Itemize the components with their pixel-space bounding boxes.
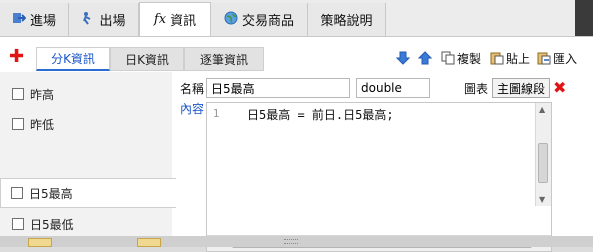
checkbox[interactable] xyxy=(12,118,24,130)
tab-trading-products[interactable]: 交易商品 xyxy=(211,3,308,36)
list-item-label: 日5最低 xyxy=(30,217,74,232)
window-edge xyxy=(575,0,593,36)
name-label: 名稱 xyxy=(180,82,205,96)
name-field-value: 日5最高 xyxy=(211,81,255,96)
tab-entry-label: 進場 xyxy=(29,14,56,29)
list-item-selected[interactable]: 日5最高 xyxy=(0,178,176,208)
checkbox[interactable] xyxy=(11,187,23,199)
list-item[interactable]: 日5最低 xyxy=(0,209,172,239)
delete-icon[interactable]: ✖ xyxy=(553,78,566,98)
content-label: 內容 xyxy=(180,102,205,116)
line-number: 1 xyxy=(212,107,220,120)
entry-icon xyxy=(12,11,26,29)
chart-select[interactable]: 主圖線段 xyxy=(492,78,550,98)
chart-select-value: 主圖線段 xyxy=(496,81,545,96)
scroll-down-icon[interactable]: ▼ xyxy=(539,195,545,204)
scroll-up-icon[interactable]: ▲ xyxy=(539,105,545,114)
tab-info-label: 資訊 xyxy=(170,14,197,29)
checkbox[interactable] xyxy=(12,88,24,100)
subtab-daily-k[interactable]: 日K資訊 xyxy=(110,47,184,71)
type-field-value: double xyxy=(361,81,402,95)
code-line[interactable]: 日5最高 = 前日.日5最高; xyxy=(247,106,394,123)
list-item-label: 昨高 xyxy=(30,87,55,102)
vertical-scroll-thumb[interactable] xyxy=(538,143,548,183)
subtab-daily-k-label: 日K資訊 xyxy=(125,52,169,67)
variable-list: 昨高 昨低 日5最高 日5最低 xyxy=(0,72,176,239)
line-numbers: 1 xyxy=(207,103,225,251)
bottom-tab-stub xyxy=(28,238,52,247)
type-field[interactable]: double xyxy=(356,78,430,98)
subtab-minute-k[interactable]: 分K資訊 xyxy=(36,47,110,71)
list-item[interactable]: 昨高 xyxy=(0,79,172,109)
variable-editor: 名稱 日5最高 double 圖表 主圖線段 ✖ 內容 1 日5最高 = 前日.… xyxy=(176,36,590,252)
tab-exit[interactable]: 出場 xyxy=(69,3,139,36)
list-item-label: 日5最高 xyxy=(29,186,73,201)
resize-bar[interactable] xyxy=(0,236,593,247)
tab-strategy-description[interactable]: 策略說明 xyxy=(308,3,386,36)
subtab-minute-k-label: 分K資訊 xyxy=(51,52,95,66)
tab-exit-label: 出場 xyxy=(99,14,126,29)
main-tab-bar: 進場 出場 fx 資訊 交易商品 策略說明 xyxy=(0,0,593,36)
exit-icon xyxy=(81,11,95,29)
chart-label: 圖表 xyxy=(464,82,489,96)
list-item-label: 昨低 xyxy=(30,117,55,132)
list-item[interactable]: 昨低 xyxy=(0,109,172,139)
name-field[interactable]: 日5最高 xyxy=(206,78,350,98)
fx-icon: fx xyxy=(153,12,167,27)
code-editor[interactable]: 1 日5最高 = 前日.日5最高; ▲ ▼ ◀ ▶ xyxy=(206,102,552,252)
plus-icon[interactable]: ✚ xyxy=(9,47,24,67)
tab-info[interactable]: fx 資訊 xyxy=(139,2,211,36)
vertical-scrollbar[interactable]: ▲ ▼ xyxy=(535,103,551,206)
bottom-tab-stub xyxy=(137,238,161,247)
resize-grip-icon[interactable] xyxy=(284,239,298,244)
tab-strategy-description-label: 策略說明 xyxy=(320,14,373,29)
tab-trading-products-label: 交易商品 xyxy=(241,14,294,29)
globe-icon xyxy=(224,11,238,29)
checkbox[interactable] xyxy=(12,218,24,230)
tab-entry[interactable]: 進場 xyxy=(0,3,69,36)
